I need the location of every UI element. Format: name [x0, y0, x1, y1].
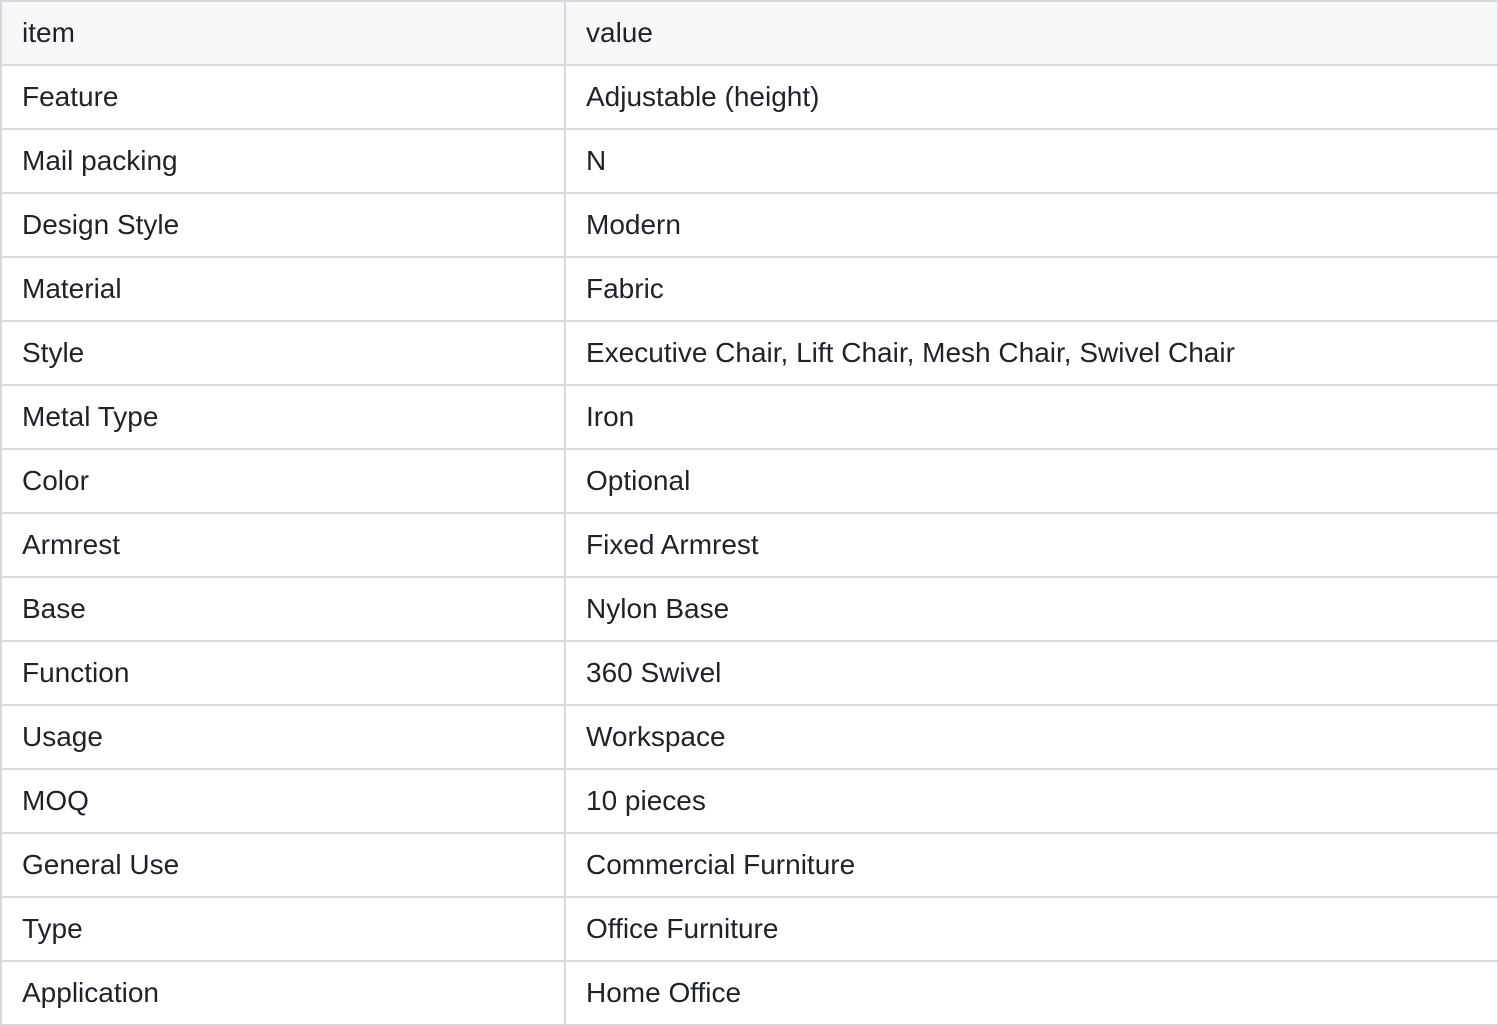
table-row: Base Nylon Base: [0, 576, 1498, 642]
value-cell: Fabric: [564, 256, 1498, 322]
table-row: Style Executive Chair, Lift Chair, Mesh …: [0, 320, 1498, 386]
value-cell: N: [564, 128, 1498, 194]
table-row: Metal Type Iron: [0, 384, 1498, 450]
value-cell: Office Furniture: [564, 896, 1498, 962]
item-cell: Style: [0, 320, 566, 386]
column-header-value: value: [564, 0, 1498, 66]
table-row: Mail packing N: [0, 128, 1498, 194]
value-cell: Workspace: [564, 704, 1498, 770]
table-row: General Use Commercial Furniture: [0, 832, 1498, 898]
value-cell: Nylon Base: [564, 576, 1498, 642]
table-header-row: item value: [0, 0, 1498, 66]
value-cell: Fixed Armrest: [564, 512, 1498, 578]
table-row: Design Style Modern: [0, 192, 1498, 258]
item-cell: Function: [0, 640, 566, 706]
item-cell: Color: [0, 448, 566, 514]
item-cell: Metal Type: [0, 384, 566, 450]
table-row: Material Fabric: [0, 256, 1498, 322]
table-row: Type Office Furniture: [0, 896, 1498, 962]
item-cell: Feature: [0, 64, 566, 130]
value-cell: Commercial Furniture: [564, 832, 1498, 898]
item-cell: Material: [0, 256, 566, 322]
item-cell: Mail packing: [0, 128, 566, 194]
item-cell: Design Style: [0, 192, 566, 258]
value-cell: Modern: [564, 192, 1498, 258]
value-cell: 360 Swivel: [564, 640, 1498, 706]
item-cell: Type: [0, 896, 566, 962]
item-cell: MOQ: [0, 768, 566, 834]
value-cell: Optional: [564, 448, 1498, 514]
table-row: MOQ 10 pieces: [0, 768, 1498, 834]
value-cell: 10 pieces: [564, 768, 1498, 834]
item-cell: Usage: [0, 704, 566, 770]
table-row: Function 360 Swivel: [0, 640, 1498, 706]
item-cell: Armrest: [0, 512, 566, 578]
item-cell: Application: [0, 960, 566, 1026]
table-row: Color Optional: [0, 448, 1498, 514]
table-row: Feature Adjustable (height): [0, 64, 1498, 130]
value-cell: Home Office: [564, 960, 1498, 1026]
value-cell: Iron: [564, 384, 1498, 450]
item-cell: Base: [0, 576, 566, 642]
spec-table: item value Feature Adjustable (height) M…: [0, 0, 1498, 1026]
item-cell: General Use: [0, 832, 566, 898]
value-cell: Adjustable (height): [564, 64, 1498, 130]
value-cell: Executive Chair, Lift Chair, Mesh Chair,…: [564, 320, 1498, 386]
table-row: Armrest Fixed Armrest: [0, 512, 1498, 578]
table-row: Usage Workspace: [0, 704, 1498, 770]
table-row: Application Home Office: [0, 960, 1498, 1026]
column-header-item: item: [0, 0, 566, 66]
